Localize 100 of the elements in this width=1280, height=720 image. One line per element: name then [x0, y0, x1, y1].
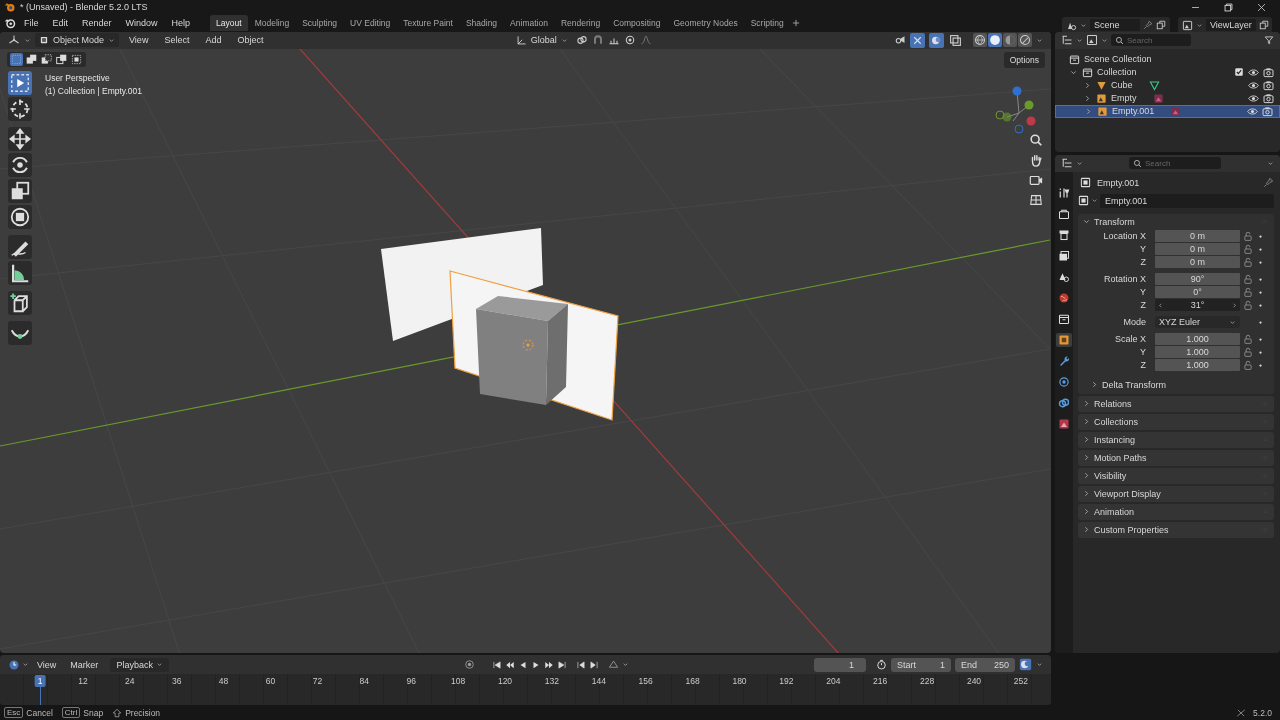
- restore-icon[interactable]: [1223, 1, 1234, 13]
- workspace-tab[interactable]: UV Editing: [344, 15, 397, 32]
- properties-editor-icon[interactable]: [1061, 157, 1073, 170]
- menu-item[interactable]: Render: [76, 16, 118, 31]
- select-mode-new-icon[interactable]: [10, 52, 23, 66]
- search-field[interactable]: Search: [1111, 34, 1191, 47]
- overlay-toggle-icon[interactable]: [929, 32, 944, 48]
- subpanel-header[interactable]: Delta Transform: [1078, 375, 1274, 394]
- keying-set-icon[interactable]: [607, 659, 619, 671]
- lock-icon[interactable]: [1243, 360, 1253, 371]
- empty-object-icon[interactable]: [1078, 195, 1089, 207]
- playback-sync-icon[interactable]: [1019, 658, 1032, 672]
- panel-header[interactable]: Collections: [1078, 413, 1274, 430]
- blender-logo-icon[interactable]: [4, 17, 16, 30]
- close-icon[interactable]: [1256, 1, 1267, 13]
- pin-icon[interactable]: [1263, 177, 1274, 189]
- chevron-icon[interactable]: [1082, 435, 1091, 445]
- scene-selector[interactable]: Scene: [1062, 17, 1170, 34]
- mode-dropdown[interactable]: XYZ Euler: [1155, 316, 1240, 329]
- plus-icon[interactable]: [790, 18, 801, 29]
- menu-item[interactable]: Marker: [64, 657, 105, 672]
- xray-toggle-icon[interactable]: [948, 32, 963, 48]
- square-icon[interactable]: [1056, 332, 1072, 347]
- half-shaded-sphere-icon[interactable]: [1003, 33, 1017, 48]
- name-field[interactable]: Empty.001: [1100, 193, 1274, 208]
- eye-icon[interactable]: [1248, 92, 1259, 104]
- move-icon[interactable]: [8, 126, 32, 151]
- number-field[interactable]: 1.000: [1155, 359, 1240, 372]
- chevron-icon[interactable]: [1082, 399, 1091, 409]
- eye-icon[interactable]: [1247, 105, 1258, 117]
- chevron-left-icon[interactable]: [1157, 301, 1164, 309]
- next-keyframe-icon[interactable]: [543, 659, 554, 670]
- workspace-tab[interactable]: Animation: [504, 15, 554, 32]
- panel-header[interactable]: Visibility: [1078, 467, 1274, 484]
- chevron-icon[interactable]: [1082, 417, 1091, 427]
- tree-item[interactable]: Collection: [1055, 65, 1280, 79]
- panel-header[interactable]: Viewport Display: [1078, 485, 1274, 502]
- current-frame-marker[interactable]: 1: [34, 675, 46, 688]
- menu-item[interactable]: Select: [158, 33, 196, 48]
- select-mode-invert-icon[interactable]: [55, 52, 68, 66]
- menu-item[interactable]: Edit: [46, 16, 75, 31]
- checkbox[interactable]: [1234, 67, 1244, 78]
- workspace-tab[interactable]: Scripting: [744, 15, 790, 32]
- camera-icon[interactable]: [1262, 105, 1273, 117]
- end-frame-field[interactable]: End 250: [955, 657, 1015, 672]
- panel-header[interactable]: Animation: [1078, 503, 1274, 520]
- list-icon[interactable]: [1061, 34, 1073, 47]
- previous-keyframe-icon[interactable]: [504, 659, 515, 670]
- panel-header[interactable]: Instancing: [1078, 431, 1274, 448]
- caret-icon[interactable]: [621, 661, 629, 669]
- select-mode-subtract-icon[interactable]: [40, 52, 53, 66]
- number-field[interactable]: 90°: [1155, 273, 1240, 286]
- jump-next-icon[interactable]: [588, 659, 599, 670]
- orientation-dropdown[interactable]: Global: [511, 32, 572, 48]
- mode-dropdown[interactable]: Object Mode: [35, 33, 120, 48]
- workspace-tab[interactable]: Shading: [459, 15, 504, 32]
- jump-start-icon[interactable]: [491, 659, 502, 670]
- chevron-icon[interactable]: [1082, 507, 1091, 517]
- chevron-icon[interactable]: [1084, 106, 1093, 116]
- number-field[interactable]: 0 m: [1155, 243, 1240, 256]
- eye-icon[interactable]: [1248, 66, 1259, 78]
- zoom-icon[interactable]: [1029, 132, 1043, 147]
- lock-icon[interactable]: [1243, 334, 1253, 345]
- record-icon[interactable]: [463, 659, 475, 671]
- chevron-icon[interactable]: [1083, 93, 1092, 103]
- orbit-icon[interactable]: [1056, 374, 1072, 389]
- tree-item[interactable]: Empty.001: [1055, 104, 1280, 118]
- visibility-icon[interactable]: [894, 34, 906, 47]
- lock-icon[interactable]: [1243, 300, 1253, 311]
- lock-icon[interactable]: [1243, 287, 1253, 298]
- hand-icon[interactable]: [1029, 152, 1043, 167]
- caret-icon[interactable]: [1267, 159, 1274, 167]
- lock-icon[interactable]: [1243, 231, 1253, 242]
- workspace-tab[interactable]: Compositing: [607, 15, 667, 32]
- start-frame-field[interactable]: Start 1: [891, 657, 951, 672]
- number-field[interactable]: 1.000: [1155, 333, 1240, 346]
- select-box-icon[interactable]: [8, 70, 32, 95]
- number-field[interactable]: 1.000: [1155, 346, 1240, 359]
- camera-icon[interactable]: [1263, 66, 1274, 78]
- select-mode-intersect-icon[interactable]: [70, 52, 83, 66]
- chevron-icon[interactable]: [1083, 80, 1092, 90]
- rendered-sphere-icon[interactable]: [1018, 33, 1032, 48]
- lock-icon[interactable]: [1243, 244, 1253, 255]
- workspace-tab[interactable]: Geometry Nodes: [667, 15, 744, 32]
- panel-header[interactable]: Relations: [1078, 395, 1274, 412]
- eye-icon[interactable]: [1248, 79, 1259, 91]
- stopwatch-icon[interactable]: [876, 659, 887, 671]
- rotate-icon[interactable]: [8, 152, 32, 177]
- add-cube-icon[interactable]: [8, 290, 32, 315]
- menu-item[interactable]: View: [123, 33, 155, 48]
- menu-item[interactable]: View: [31, 657, 63, 672]
- grid-icon[interactable]: [1029, 192, 1043, 207]
- number-field[interactable]: 31°: [1155, 299, 1240, 312]
- jump-end-icon[interactable]: [556, 659, 567, 670]
- transform-icon[interactable]: [8, 204, 32, 229]
- camera-icon[interactable]: [1263, 92, 1274, 104]
- cursor-icon[interactable]: [8, 96, 32, 121]
- menu-item[interactable]: Window: [119, 16, 164, 31]
- number-field[interactable]: 0 m: [1155, 256, 1240, 269]
- current-frame-field[interactable]: 1: [814, 657, 866, 672]
